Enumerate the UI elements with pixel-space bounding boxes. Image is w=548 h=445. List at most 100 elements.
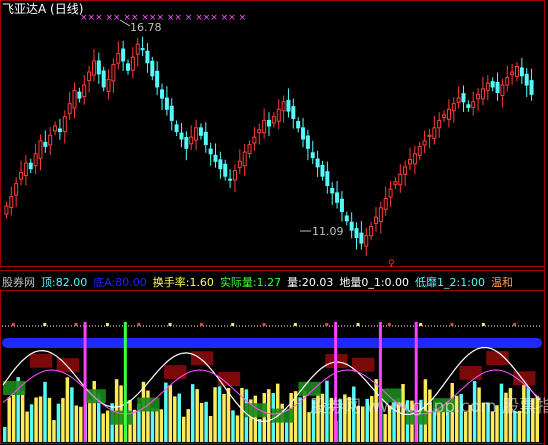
volume-bar: [383, 414, 387, 442]
candlestick-series: [4, 36, 534, 257]
candle-body: [310, 152, 315, 159]
oscillator-fill: [164, 365, 187, 380]
candle-body: [325, 171, 330, 186]
candle-body: [315, 158, 320, 168]
candle-body: [422, 140, 427, 146]
candle-body: [125, 63, 130, 71]
oscillator-fill: [29, 353, 53, 368]
candle-body: [4, 205, 9, 215]
volume-bar: [101, 413, 105, 442]
candle-body: [417, 145, 422, 156]
candle-body: [339, 198, 344, 213]
candle-body: [48, 134, 53, 146]
oscillator-fill: [56, 358, 80, 373]
volume-bar: [182, 416, 186, 442]
candle-body: [145, 50, 150, 64]
volume-bar: [195, 389, 199, 442]
candle-body: [82, 84, 87, 98]
candle-body: [514, 65, 519, 78]
volume-bar: [222, 393, 226, 442]
candle-body: [344, 215, 349, 222]
candle-body: [194, 127, 199, 141]
candle-body: [369, 225, 374, 237]
oscillator-fill: [271, 408, 294, 423]
candle-body: [373, 216, 378, 224]
candle-body: [359, 232, 364, 244]
low-mark: ♀: [388, 259, 395, 269]
candle-body: [485, 82, 490, 91]
candle-body: [203, 131, 208, 146]
high-arrow: [119, 19, 131, 27]
flag-marker: [262, 323, 266, 326]
blue-band: [2, 338, 542, 348]
candle-body: [67, 103, 72, 115]
candle-body: [184, 137, 189, 149]
signal-marker: [123, 322, 127, 442]
candle-body: [242, 151, 247, 167]
candle-body: [140, 48, 145, 51]
volume-bar: [267, 389, 271, 442]
candle-body: [271, 116, 276, 124]
candle-body: [286, 99, 291, 112]
candle-body: [33, 153, 38, 167]
candle-body: [155, 70, 160, 88]
candle-body: [490, 81, 495, 88]
flag-marker: [137, 323, 141, 326]
candle-body: [393, 181, 398, 186]
candle-body: [383, 198, 388, 210]
volume-bar: [70, 387, 74, 442]
candle-body: [9, 196, 14, 208]
stock-chart-window: 飞亚达A (日线) ××× ×× ×× ××× ×× × ××× ×× × 16…: [0, 0, 548, 445]
candle-body: [412, 153, 417, 165]
flag-marker: [74, 323, 78, 326]
volume-bar: [20, 390, 25, 442]
flag-marker: [105, 323, 109, 326]
candle-body: [408, 158, 413, 165]
volume-bar: [199, 402, 204, 442]
candle-body: [388, 188, 393, 198]
candle-body: [330, 187, 335, 194]
candle-body: [57, 128, 62, 133]
candle-body: [432, 127, 437, 139]
volume-bar: [208, 416, 213, 442]
volume-bar: [74, 405, 79, 442]
candle-body: [101, 70, 106, 88]
volume-bar: [155, 408, 159, 442]
volume-bar: [114, 379, 119, 442]
flag-marker: [11, 323, 15, 326]
flag-marker: [419, 323, 423, 326]
flag-marker: [199, 323, 203, 326]
candle-body: [262, 119, 267, 134]
candle-body: [19, 171, 24, 180]
volume-bar: [38, 396, 43, 442]
candle-body: [480, 88, 485, 100]
candle-body: [174, 124, 179, 133]
oscillator-fill: [83, 389, 106, 404]
candle-body: [53, 125, 58, 132]
volume-bar: [11, 394, 16, 442]
candle-body: [252, 136, 257, 144]
chart-canvas: ♀ 股券网 www.gupp.com 股票指标公式大全: [0, 0, 548, 445]
candle-body: [38, 140, 43, 159]
volume-bar: [47, 397, 52, 442]
flag-marker: [450, 323, 454, 326]
candle-body: [349, 221, 354, 231]
candle-body: [228, 178, 233, 181]
candle-body: [403, 166, 408, 175]
volume-bar: [52, 420, 56, 442]
candle-body: [160, 89, 165, 99]
flag-marker: [513, 323, 517, 326]
candle-body: [106, 79, 111, 92]
candle-body: [301, 127, 306, 140]
candle-body: [87, 71, 92, 82]
candle-body: [476, 93, 481, 100]
oscillator-fill: [190, 351, 214, 366]
candle-body: [500, 84, 505, 96]
candle-body: [461, 93, 466, 103]
candle-body: [519, 67, 524, 77]
candle-body: [364, 235, 369, 247]
flag-marker: [356, 323, 360, 326]
candle-body: [62, 116, 67, 133]
candle-body: [466, 104, 471, 108]
candle-body: [179, 132, 184, 140]
